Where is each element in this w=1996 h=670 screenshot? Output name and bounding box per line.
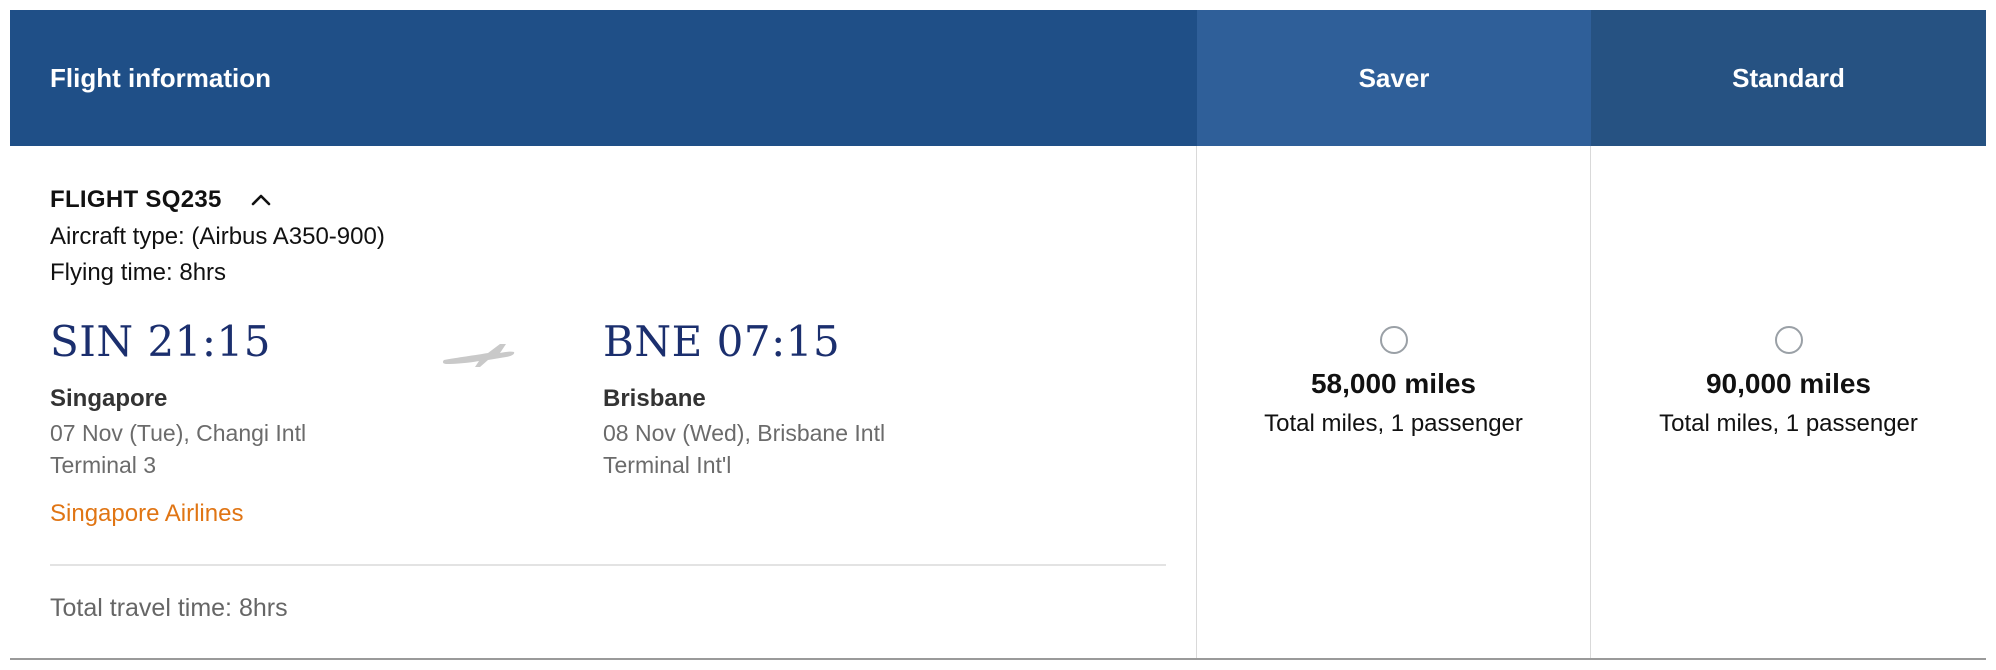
divider <box>50 564 1166 566</box>
aircraft-type: Aircraft type: (Airbus A350-900) <box>50 223 385 250</box>
flight-info-cell: FLIGHT SQ235 Aircraft type: (Airbus A350… <box>10 146 1197 660</box>
saver-miles-note: Total miles, 1 passenger <box>1264 410 1523 437</box>
saver-fare-cell[interactable]: 58,000 miles Total miles, 1 passenger <box>1197 146 1591 660</box>
flight-fare-table: Flight information Saver Standard FLIGHT… <box>10 10 1986 660</box>
airline-link[interactable]: Singapore Airlines <box>50 500 243 528</box>
departure-date-airport: 07 Nov (Tue), Changi Intl <box>50 420 307 446</box>
standard-fare: 90,000 miles Total miles, 1 passenger <box>1591 326 1986 438</box>
standard-radio[interactable] <box>1774 326 1803 354</box>
header-saver: Saver <box>1197 10 1591 146</box>
flying-time: Flying time: 8hrs <box>50 259 227 286</box>
arrival-time: BNE 07:15 <box>603 317 841 366</box>
total-travel-time: Total travel time: 8hrs <box>50 594 288 622</box>
flight-number: FLIGHT SQ235 <box>50 186 222 213</box>
standard-fare-cell[interactable]: 90,000 miles Total miles, 1 passenger <box>1591 146 1986 660</box>
header-flight-information: Flight information <box>10 10 1197 146</box>
arrival-city: Brisbane <box>603 385 706 412</box>
departure-terminal: Terminal 3 <box>50 452 157 478</box>
standard-miles-note: Total miles, 1 passenger <box>1659 410 1918 437</box>
airplane-icon <box>440 336 516 370</box>
chevron-up-icon[interactable] <box>250 189 272 211</box>
flight-row: FLIGHT SQ235 Aircraft type: (Airbus A350… <box>10 146 1986 660</box>
departure-time: SIN 21:15 <box>50 317 272 366</box>
standard-miles: 90,000 miles <box>1705 368 1872 399</box>
departure-city: Singapore <box>50 385 168 412</box>
table-header: Flight information Saver Standard <box>10 10 1986 146</box>
flight-number-toggle[interactable]: FLIGHT SQ235 <box>50 186 272 214</box>
saver-miles: 58,000 miles <box>1310 368 1477 399</box>
header-standard: Standard <box>1591 10 1986 146</box>
saver-fare: 58,000 miles Total miles, 1 passenger <box>1197 326 1590 438</box>
saver-radio[interactable] <box>1379 326 1408 354</box>
arrival-terminal: Terminal Int'l <box>603 452 732 478</box>
arrival-date-airport: 08 Nov (Wed), Brisbane Intl <box>603 420 886 446</box>
row-bottom-border <box>10 658 1986 660</box>
